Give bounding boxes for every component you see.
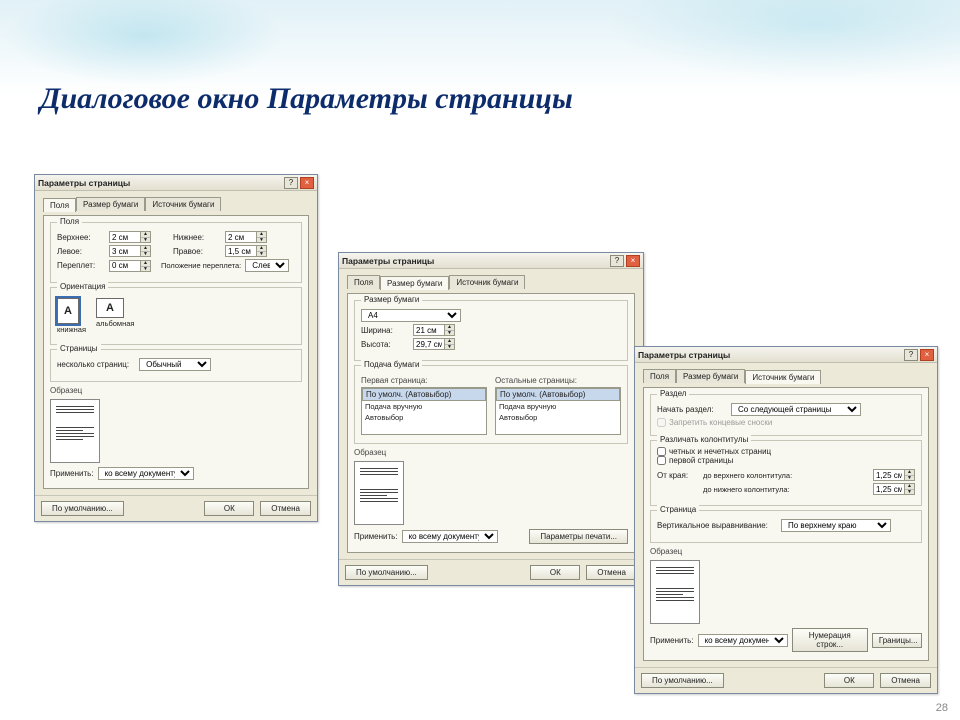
tab-fields[interactable]: Поля [43, 198, 76, 212]
close-icon[interactable]: × [300, 177, 314, 189]
apply-select[interactable]: ко всему документу [402, 530, 498, 543]
tab-paper[interactable]: Размер бумаги [380, 276, 449, 290]
label-apply: Применить: [650, 636, 694, 645]
page-legend: Страница [657, 505, 699, 514]
valign-select[interactable]: По верхнему краю [781, 519, 891, 532]
tab-fields[interactable]: Поля [643, 369, 676, 383]
titlebar[interactable]: Параметры страницы ? × [35, 175, 317, 191]
ok-button[interactable]: ОК [530, 565, 580, 580]
gutter-pos-select[interactable]: Слева [245, 259, 289, 272]
print-options-button[interactable]: Параметры печати... [529, 529, 628, 544]
header-dist-spinner[interactable]: ▲▼ [873, 469, 915, 481]
label-suppress: Запретить концевые сноски [669, 418, 772, 427]
label-top: Верхнее: [57, 233, 105, 242]
tab-source[interactable]: Источник бумаги [745, 370, 821, 384]
cancel-button[interactable]: Отмена [586, 565, 637, 580]
label-height: Высота: [361, 340, 409, 349]
label-multi: несколько страниц: [57, 360, 129, 369]
orient-portrait[interactable]: A книжная [57, 298, 86, 334]
landscape-icon: A [96, 298, 124, 318]
cancel-button[interactable]: Отмена [880, 673, 931, 688]
tab-paper[interactable]: Размер бумаги [76, 197, 145, 211]
label-start: Начать раздел: [657, 405, 727, 414]
dialog-title: Параметры страницы [638, 350, 730, 360]
tab-source[interactable]: Источник бумаги [145, 197, 221, 211]
preview [354, 461, 404, 525]
right-spinner[interactable]: ▲▼ [225, 245, 267, 257]
default-button[interactable]: По умолчанию... [641, 673, 724, 688]
width-spinner[interactable]: ▲▼ [413, 324, 455, 336]
dialog-fields: Параметры страницы ? × Поля Размер бумаг… [34, 174, 318, 522]
ok-button[interactable]: ОК [824, 673, 874, 688]
section-legend: Раздел [657, 389, 689, 398]
dialog-source: Параметры страницы ? × Поля Размер бумаг… [634, 346, 938, 694]
titlebar[interactable]: Параметры страницы ? × [635, 347, 937, 363]
start-select[interactable]: Со следующей страницы [731, 403, 861, 416]
portrait-icon: A [57, 298, 79, 324]
ok-button[interactable]: ОК [204, 501, 254, 516]
label-apply: Применить: [50, 469, 94, 478]
top-spinner[interactable]: ▲▼ [109, 231, 151, 243]
label-other: Остальные страницы: [495, 376, 621, 385]
close-icon[interactable]: × [920, 349, 934, 361]
label-right: Правое: [173, 247, 221, 256]
sample-label: Образец [650, 547, 922, 556]
paper-size-select[interactable]: A4 [361, 309, 461, 322]
apply-select[interactable]: ко всему документу [98, 467, 194, 480]
label-left: Левое: [57, 247, 105, 256]
borders-button[interactable]: Границы... [872, 633, 922, 648]
label-width: Ширина: [361, 326, 409, 335]
apply-select[interactable]: ко всему документу [698, 634, 788, 647]
label-valign: Вертикальное выравнивание: [657, 521, 777, 530]
bottom-spinner[interactable]: ▲▼ [225, 231, 267, 243]
sample-label: Образец [354, 448, 628, 457]
label-from-edge: От края: [657, 471, 699, 480]
orient-landscape[interactable]: A альбомная [96, 298, 134, 334]
default-button[interactable]: По умолчанию... [41, 501, 124, 516]
tab-fields[interactable]: Поля [347, 275, 380, 289]
height-spinner[interactable]: ▲▼ [413, 338, 455, 350]
label-gutter-pos: Положение переплета: [161, 261, 241, 270]
help-icon[interactable]: ? [610, 255, 624, 267]
left-spinner[interactable]: ▲▼ [109, 245, 151, 257]
dialog-paper: Параметры страницы ? × Поля Размер бумаг… [338, 252, 644, 586]
help-icon[interactable]: ? [904, 349, 918, 361]
dialog-title: Параметры страницы [38, 178, 130, 188]
label-first: Первая страница: [361, 376, 487, 385]
cancel-button[interactable]: Отмена [260, 501, 311, 516]
sample-label: Образец [50, 386, 302, 395]
footer-dist-spinner[interactable]: ▲▼ [873, 483, 915, 495]
pages-legend: Страницы [57, 344, 101, 353]
preview [50, 399, 100, 463]
label-apply: Применить: [354, 532, 398, 541]
dialog-title: Параметры страницы [342, 256, 434, 266]
line-numbers-button[interactable]: Нумерация строк... [792, 628, 868, 652]
suppress-endnotes-checkbox [657, 418, 666, 427]
slide-title: Диалоговое окно Параметры страницы [40, 82, 573, 116]
titlebar[interactable]: Параметры страницы ? × [339, 253, 643, 269]
preview [650, 560, 700, 624]
diff-first-checkbox[interactable] [657, 456, 666, 465]
tab-paper[interactable]: Размер бумаги [676, 369, 745, 383]
multi-select[interactable]: Обычный [139, 358, 211, 371]
slide-number: 28 [936, 702, 948, 714]
orient-legend: Ориентация [57, 282, 108, 291]
label-gutter: Переплет: [57, 261, 105, 270]
label-to-footer: до нижнего колонтитула: [703, 485, 869, 494]
diff-odd-even-checkbox[interactable] [657, 447, 666, 456]
close-icon[interactable]: × [626, 255, 640, 267]
gutter-spinner[interactable]: ▲▼ [109, 260, 151, 272]
label-to-header: до верхнего колонтитула: [703, 471, 869, 480]
hf-legend: Различать колонтитулы [657, 435, 751, 444]
tab-source[interactable]: Источник бумаги [449, 275, 525, 289]
fields-legend: Поля [57, 217, 82, 226]
first-tray-list[interactable]: По умолч. (Автовыбор) Подача вручную Авт… [361, 387, 487, 435]
help-icon[interactable]: ? [284, 177, 298, 189]
size-legend: Размер бумаги [361, 295, 422, 304]
tray-legend: Подача бумаги [361, 360, 422, 369]
label-bottom: Нижнее: [173, 233, 221, 242]
other-tray-list[interactable]: По умолч. (Автовыбор) Подача вручную Авт… [495, 387, 621, 435]
default-button[interactable]: По умолчанию... [345, 565, 428, 580]
